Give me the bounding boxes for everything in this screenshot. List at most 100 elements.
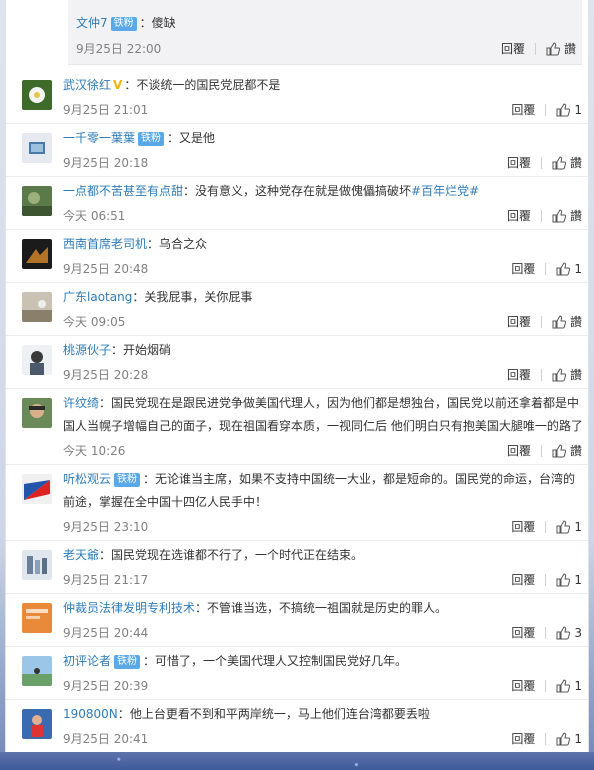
like-count[interactable]: 3 bbox=[574, 626, 582, 640]
like-count[interactable]: 讚 bbox=[570, 154, 582, 171]
avatar[interactable] bbox=[22, 292, 52, 322]
comment-item: 初评论者 铁粉 ：可惜了，一个美国代理人又控制国民党好几年。 9月25日 20:39 回… bbox=[6, 646, 588, 700]
avatar[interactable] bbox=[22, 398, 52, 428]
comment-text: 没有意义，这种党存在就是做傀儡搞破坏 bbox=[195, 184, 412, 198]
avatar[interactable] bbox=[22, 345, 52, 375]
thumbs-up-icon[interactable] bbox=[556, 102, 571, 117]
reply-button[interactable]: 回覆 bbox=[511, 624, 535, 641]
comment-actions: 回覆 1 bbox=[511, 101, 582, 118]
thumbs-up-icon[interactable] bbox=[552, 155, 566, 170]
thumbs-up-icon[interactable] bbox=[552, 443, 566, 458]
divider bbox=[540, 315, 542, 328]
avatar[interactable] bbox=[22, 186, 52, 216]
like-count[interactable]: 1 bbox=[574, 103, 582, 117]
comment-text-line: 武汉徐红 V ：不谈统一的国民党屁都不是 bbox=[63, 74, 585, 97]
divider bbox=[545, 573, 547, 586]
thumbs-up-icon[interactable] bbox=[546, 41, 560, 56]
reply-button[interactable]: 回覆 bbox=[511, 677, 535, 694]
comment-username[interactable]: 许纹绮 bbox=[63, 396, 99, 410]
comment-actions: 回覆 3 bbox=[511, 624, 582, 641]
reply-button[interactable]: 回覆 bbox=[511, 730, 535, 747]
comment-time: 9月25日 20:41 bbox=[63, 732, 149, 746]
comment-time: 9月25日 20:18 bbox=[63, 156, 149, 170]
avatar[interactable] bbox=[22, 603, 52, 633]
like-count[interactable]: 1 bbox=[574, 262, 582, 276]
separator: ： bbox=[195, 601, 208, 615]
reply-button[interactable]: 回覆 bbox=[511, 571, 535, 588]
like-count[interactable]: 讚 bbox=[570, 313, 582, 330]
comment-text-line: 广东laotang：关我屁事，关你屁事 bbox=[63, 286, 585, 309]
reply-button[interactable]: 回覆 bbox=[501, 40, 525, 57]
comment-username[interactable]: 一点都不苦甚至有点甜 bbox=[63, 184, 183, 198]
background-strip bbox=[0, 752, 594, 770]
avatar[interactable] bbox=[22, 80, 52, 110]
comment-text: 关我屁事，关你屁事 bbox=[144, 290, 253, 304]
reply-actions: 回覆 讚 bbox=[501, 40, 576, 57]
comment-actions: 回覆 1 bbox=[511, 730, 582, 747]
reply-button[interactable]: 回覆 bbox=[511, 260, 535, 277]
comment-time: 9月25日 20:44 bbox=[63, 626, 149, 640]
thumbs-up-icon[interactable] bbox=[556, 678, 571, 693]
like-count[interactable]: 1 bbox=[574, 732, 582, 746]
reply-button[interactable]: 回覆 bbox=[507, 366, 531, 383]
like-count[interactable]: 讚 bbox=[570, 207, 582, 224]
comment-item: 老天爺：国民党现在选谁都不行了，一个时代正在结束。 9月25日 21:17 回覆 1 bbox=[6, 540, 588, 594]
thumbs-up-icon[interactable] bbox=[552, 314, 566, 329]
fan-badge: 铁粉 bbox=[138, 132, 165, 146]
comment-time: 9月25日 20:39 bbox=[63, 679, 149, 693]
comment-text: 不谈统一的国民党屁都不是 bbox=[136, 78, 281, 92]
like-count[interactable]: 讚 bbox=[570, 442, 582, 459]
thumbs-up-icon[interactable] bbox=[556, 731, 571, 746]
avatar[interactable] bbox=[22, 474, 52, 504]
nested-reply: 文仲7 铁粉 ：傻缺 9月25日 22:00 回覆 讚 bbox=[68, 0, 582, 65]
avatar[interactable] bbox=[22, 656, 52, 686]
separator: ： bbox=[111, 343, 124, 357]
fan-badge: 铁粉 bbox=[114, 655, 141, 669]
like-count[interactable]: 1 bbox=[574, 573, 582, 587]
comment-username[interactable]: 听松观云 bbox=[63, 472, 111, 486]
reply-button[interactable]: 回覆 bbox=[511, 101, 535, 118]
thumbs-up-icon[interactable] bbox=[556, 519, 571, 534]
avatar[interactable] bbox=[22, 709, 52, 739]
comment-text: 不管谁当选，不搞统一祖国就是历史的罪人。 bbox=[207, 601, 448, 615]
avatar[interactable] bbox=[22, 133, 52, 163]
reply-text-line: 文仲7 铁粉 ：傻缺 bbox=[76, 14, 176, 31]
like-count[interactable]: 1 bbox=[574, 520, 582, 534]
reply-button[interactable]: 回覆 bbox=[511, 518, 535, 535]
comment-username[interactable]: 190800N bbox=[63, 707, 118, 721]
comment-text-line: 一千零一葉葉 铁粉 ：又是他 bbox=[63, 127, 585, 150]
comment-text-line: 西南首席老司机：乌合之众 bbox=[63, 233, 585, 256]
comment-username[interactable]: 初评论者 bbox=[63, 654, 111, 668]
like-button[interactable]: 讚 bbox=[564, 40, 576, 57]
comment-username[interactable]: 仲裁员法律发明专利技术 bbox=[63, 601, 195, 615]
comment-item: 西南首席老司机：乌合之众 9月25日 20:48 回覆 1 bbox=[6, 229, 588, 283]
reply-button[interactable]: 回覆 bbox=[507, 313, 531, 330]
comment-username[interactable]: 武汉徐红 bbox=[63, 78, 111, 92]
reply-button[interactable]: 回覆 bbox=[507, 442, 531, 459]
thumbs-up-icon[interactable] bbox=[556, 625, 571, 640]
thumbs-up-icon[interactable] bbox=[556, 572, 571, 587]
reply-button[interactable]: 回覆 bbox=[507, 207, 531, 224]
hashtag-link[interactable]: #百年烂党# bbox=[411, 184, 479, 198]
thumbs-up-icon[interactable] bbox=[552, 208, 566, 223]
comment-username[interactable]: 广东laotang bbox=[63, 290, 132, 304]
comment-item: 广东laotang：关我屁事，关你屁事 今天 09:05 回覆 讚 bbox=[6, 282, 588, 336]
like-count[interactable]: 讚 bbox=[570, 366, 582, 383]
reply-username[interactable]: 文仲7 bbox=[76, 16, 108, 30]
comment-username[interactable]: 西南首席老司机 bbox=[63, 237, 147, 251]
comment-item: 一点都不苦甚至有点甜：没有意义，这种党存在就是做傀儡搞破坏#百年烂党# 今天 06… bbox=[6, 176, 588, 230]
comment-text: 他上台更看不到和平两岸统一，马上他们连台湾都要丢啦 bbox=[129, 707, 430, 721]
thumbs-up-icon[interactable] bbox=[552, 367, 566, 382]
comment-username[interactable]: 老天爺 bbox=[63, 548, 99, 562]
like-count[interactable]: 1 bbox=[574, 679, 582, 693]
comment-username[interactable]: 桃源伙子 bbox=[63, 343, 111, 357]
comment-item: 一千零一葉葉 铁粉 ：又是他 9月25日 20:18 回覆 讚 bbox=[6, 123, 588, 177]
avatar[interactable] bbox=[22, 550, 52, 580]
divider bbox=[545, 262, 547, 275]
comment-username[interactable]: 一千零一葉葉 bbox=[63, 131, 135, 145]
avatar[interactable] bbox=[22, 239, 52, 269]
divider bbox=[540, 368, 542, 381]
reply-button[interactable]: 回覆 bbox=[507, 154, 531, 171]
separator: ： bbox=[99, 396, 112, 410]
thumbs-up-icon[interactable] bbox=[556, 261, 571, 276]
